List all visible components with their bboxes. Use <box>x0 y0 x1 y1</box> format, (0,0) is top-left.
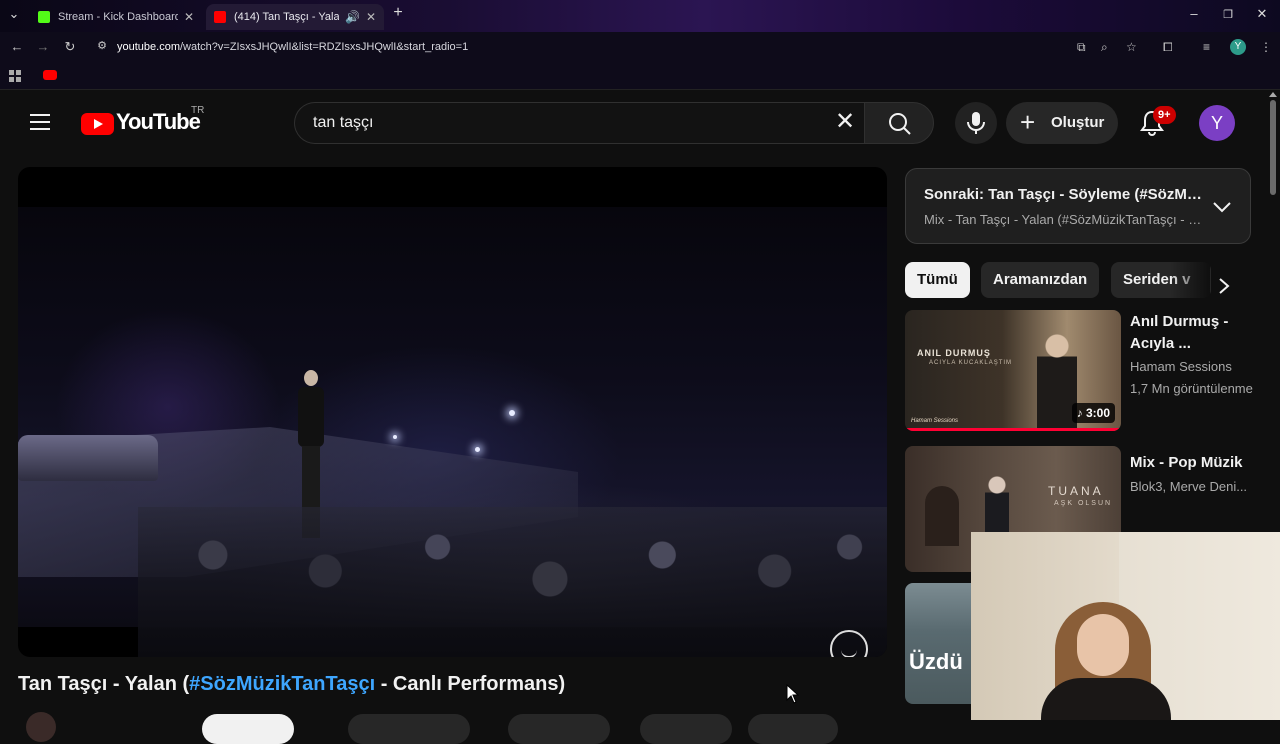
thumbnail-text: Üzdü <box>909 649 963 674</box>
notification-count-badge: 9+ <box>1153 106 1176 124</box>
page-scrollbar[interactable] <box>1270 100 1276 195</box>
channel-avatar[interactable] <box>26 712 56 742</box>
video-frame <box>18 207 887 657</box>
webcam-overlay <box>971 532 1280 720</box>
audience <box>138 507 887 657</box>
up-next-panel[interactable]: Sonraki: Tan Taşçı - Söyleme (#SözMüzikT… <box>905 168 1251 244</box>
tab-search-icon[interactable]: ⌄ <box>4 6 24 22</box>
install-icon[interactable]: ⧉ <box>1077 40 1086 55</box>
video-title: Tan Taşçı - Yalan (#SözMüzikTanTaşçı - C… <box>18 673 565 696</box>
reload-icon[interactable]: ↻ <box>62 39 78 55</box>
microphone-icon <box>967 112 985 134</box>
up-next-subtitle: Mix - Tan Taşçı - Yalan (#SözMüzikTanTaş… <box>924 212 1204 227</box>
recommendation-views: 1,7 Mn görüntülenme <box>1130 381 1253 396</box>
thumbnail-subtitle: ACIYLA KUCAKLAŞTIM <box>929 360 1013 366</box>
thumbnail-title: TUANA <box>1048 484 1104 498</box>
back-icon[interactable]: ← <box>9 39 25 54</box>
clip-button[interactable] <box>748 714 838 744</box>
stage-light <box>509 410 515 416</box>
youtube-header: YouTube TR tan taşçı ✕ + Oluştur 9+ Y <box>0 92 1264 154</box>
audio-icon[interactable]: 🔊 <box>345 10 360 24</box>
scroll-up-arrow[interactable] <box>1269 92 1277 97</box>
share-button[interactable] <box>508 714 610 744</box>
hashtag-link[interactable]: #SözMüzikTanTaşçı <box>189 673 375 695</box>
kick-favicon-icon <box>38 11 50 23</box>
video-player[interactable] <box>18 167 887 657</box>
chip-fade <box>1170 262 1210 298</box>
new-tab-button[interactable]: + <box>388 4 408 22</box>
recommendation-channel[interactable]: Hamam Sessions <box>1130 359 1232 374</box>
music-note-icon: ♪ <box>1076 406 1086 420</box>
browser-menu-icon[interactable]: ⋮ <box>1260 40 1272 54</box>
recommendation-channel[interactable]: Blok3, Merve Deni... <box>1130 479 1247 494</box>
plus-icon: + <box>1020 107 1036 137</box>
stage-sofa <box>18 435 158 481</box>
youtube-logo-icon[interactable] <box>81 113 114 135</box>
tab-kick-dashboard[interactable]: Stream - Kick Dashboard ✕ <box>30 4 202 30</box>
url-field[interactable]: youtube.com/watch?v=ZIsxsJHQwlI&list=RDZ… <box>117 41 468 53</box>
window-close-icon[interactable]: ✕ <box>1252 6 1272 22</box>
extensions-icon[interactable]: ⧠ <box>1163 40 1173 55</box>
duration-badge: ♪ 3:00 <box>1071 403 1115 423</box>
restore-icon[interactable]: ❐ <box>1218 8 1238 21</box>
bookmarks-bar <box>0 62 1280 90</box>
close-tab-icon[interactable]: ✕ <box>184 10 194 24</box>
download-button[interactable] <box>640 714 732 744</box>
search-input[interactable]: tan taşçı <box>313 114 373 132</box>
chevron-down-icon[interactable] <box>1210 197 1234 217</box>
create-label: Oluştur <box>1051 114 1105 131</box>
search-icon <box>889 113 911 135</box>
webcam-person-shirt <box>1041 678 1171 720</box>
chevron-right-icon[interactable] <box>1214 276 1234 296</box>
search-button[interactable] <box>864 102 934 144</box>
duration-text: 3:00 <box>1085 406 1110 420</box>
youtube-favicon-icon <box>214 11 226 23</box>
tab-label: Stream - Kick Dashboard <box>58 11 178 23</box>
menu-icon[interactable] <box>30 114 50 130</box>
recommendation-title[interactable]: Anıl Durmuş - Acıyla ... <box>1130 311 1258 355</box>
close-tab-icon[interactable]: ✕ <box>366 10 376 24</box>
tab-label: (414) Tan Taşçı - Yalan (#Söz <box>234 11 339 23</box>
thumbnail-title: ANIL DURMUŞ <box>917 348 991 358</box>
like-button[interactable] <box>348 714 470 744</box>
profile-avatar[interactable]: Y <box>1230 39 1246 55</box>
video-title-suffix: - Canlı Performans) <box>375 673 566 695</box>
video-title-prefix: Tan Taşçı - Yalan ( <box>18 673 190 695</box>
webcam-person-face <box>1077 614 1129 676</box>
stage-light <box>475 447 480 452</box>
thumbnail-subtitle: AŞK OLSUN <box>1054 500 1113 507</box>
site-info-icon[interactable]: ⚙ <box>94 39 110 52</box>
video-owner-row <box>18 712 887 744</box>
url-path: /watch?v=ZIsxsJHQwlI&list=RDZIsxsJHQwlI&… <box>179 41 469 53</box>
media-control-icon[interactable]: ≡ <box>1203 40 1210 54</box>
browser-address-bar: ← → ↻ ⚙ youtube.com/watch?v=ZIsxsJHQwlI&… <box>0 32 1280 62</box>
subscribe-button[interactable] <box>202 714 294 744</box>
recommendation-title[interactable]: Mix - Pop Müzik <box>1130 452 1258 474</box>
apps-grid-icon[interactable] <box>9 69 21 82</box>
thumbnail-brand: Hamam Sessions <box>911 418 959 424</box>
youtube-logo-text[interactable]: YouTube <box>116 109 201 135</box>
forward-icon[interactable]: → <box>35 39 51 54</box>
browser-tab-bar: ⌄ Stream - Kick Dashboard ✕ (414) Tan Ta… <box>0 0 1280 32</box>
chip-from-your-search[interactable]: Aramanızdan <box>981 262 1100 298</box>
up-next-title: Sonraki: Tan Taşçı - Söyleme (#SözMüzikT… <box>924 186 1204 203</box>
thumbnail-arch <box>925 486 959 546</box>
search-box[interactable]: tan taşçı <box>294 102 864 144</box>
country-code: TR <box>191 105 205 116</box>
mouse-cursor-icon <box>786 684 800 704</box>
tab-youtube-video[interactable]: (414) Tan Taşçı - Yalan (#Söz 🔊 ✕ <box>206 4 384 30</box>
create-button[interactable]: + Oluştur <box>1006 102 1118 144</box>
url-host: youtube.com <box>117 41 180 53</box>
video-thumbnail[interactable]: ANIL DURMUŞ ACIYLA KUCAKLAŞTIM Hamam Ses… <box>905 310 1121 431</box>
minimize-icon[interactable]: – <box>1184 6 1204 21</box>
bookmark-star-icon[interactable]: ☆ <box>1126 40 1137 54</box>
account-avatar[interactable]: Y <box>1199 105 1235 141</box>
watch-progress-bar <box>905 428 1121 431</box>
stage-light <box>393 435 397 439</box>
voice-search-button[interactable] <box>955 102 997 144</box>
clear-search-icon[interactable]: ✕ <box>833 110 857 134</box>
youtube-bookmark-icon[interactable] <box>43 70 57 80</box>
chip-all[interactable]: Tümü <box>905 262 970 298</box>
zoom-icon[interactable]: ⌕ <box>1101 40 1108 55</box>
